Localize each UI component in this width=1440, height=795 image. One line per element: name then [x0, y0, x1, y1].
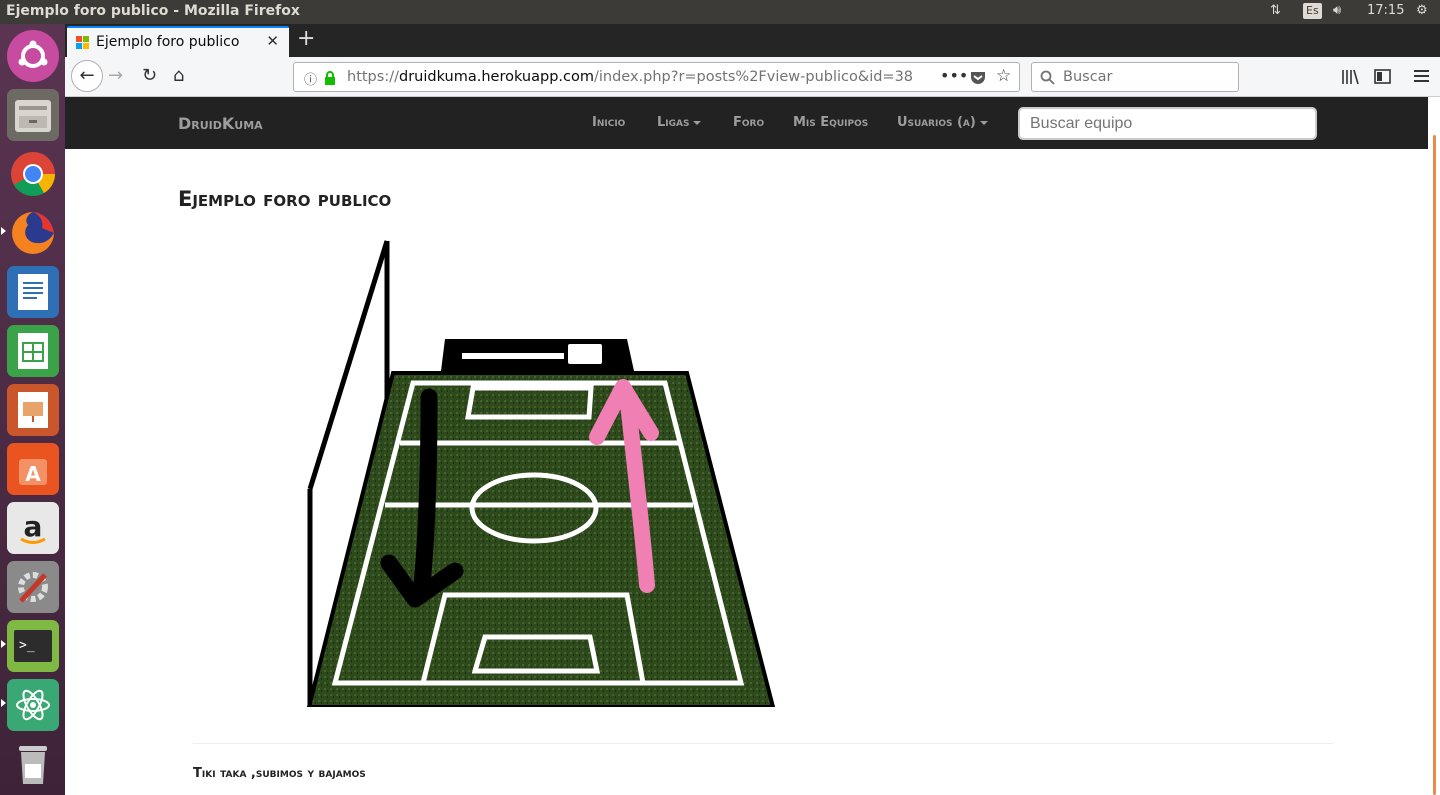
- calc-icon[interactable]: [7, 325, 59, 377]
- nav-mis-equipos[interactable]: Mis Equipos: [793, 115, 868, 130]
- search-bar[interactable]: Buscar: [1031, 62, 1239, 92]
- system-settings-icon[interactable]: [7, 561, 59, 613]
- url-scheme: https://: [347, 69, 399, 85]
- running-indicator: [1, 640, 6, 648]
- window-title: Ejemplo foro publico - Mozilla Firefox: [6, 3, 300, 19]
- firefox-icon[interactable]: [7, 207, 59, 259]
- menu-icon[interactable]: [1414, 69, 1429, 83]
- impress-icon[interactable]: [7, 384, 59, 436]
- svg-text:>_: >_: [19, 638, 35, 653]
- caret-down-icon: [693, 120, 702, 125]
- favicon-icon: [76, 36, 89, 49]
- nav-ligas-label: Ligas: [657, 115, 690, 130]
- keyboard-indicator[interactable]: Es: [1303, 3, 1322, 19]
- terminal-icon[interactable]: >_: [7, 620, 59, 672]
- info-icon[interactable]: ⓘ: [304, 69, 317, 88]
- pocket-icon[interactable]: [970, 70, 986, 85]
- forward-button[interactable]: →: [108, 65, 123, 86]
- bookmark-star-icon[interactable]: ☆: [996, 66, 1011, 86]
- back-button[interactable]: ←: [71, 60, 103, 92]
- library-icon[interactable]: [1341, 69, 1359, 85]
- lock-icon[interactable]: [324, 71, 336, 85]
- scrollbar-thumb[interactable]: [1433, 135, 1436, 795]
- url-path: /index.php?r=posts%2Fview-publico&id=38: [593, 69, 914, 85]
- page-actions-icon[interactable]: •••: [940, 66, 968, 85]
- close-tab-icon[interactable]: ✕: [266, 32, 279, 50]
- svg-text:A: A: [25, 462, 41, 486]
- nav-toolbar: ← → ↻ ⌂ ⓘ https://druidkuma.herokuapp.co…: [65, 57, 1440, 97]
- nav-foro[interactable]: Foro: [733, 115, 764, 130]
- ubuntu-dash-icon[interactable]: [7, 30, 59, 82]
- network-icon[interactable]: ⇅: [1270, 3, 1281, 18]
- svg-text:a: a: [24, 510, 43, 543]
- volume-icon[interactable]: 🔊︎: [1333, 3, 1341, 18]
- home-icon[interactable]: ⌂: [173, 65, 184, 86]
- page-content: DruidKuma Inicio Ligas Foro Mis Equipos …: [65, 97, 1440, 795]
- search-placeholder: Buscar: [1063, 69, 1113, 85]
- team-search-input[interactable]: [1018, 107, 1317, 140]
- url-host: druidkuma.herokuapp.com: [398, 69, 594, 85]
- nav-ligas[interactable]: Ligas: [657, 115, 702, 130]
- atom-icon[interactable]: [7, 679, 59, 731]
- nav-usuarios-label: Usuarios (a): [897, 115, 976, 130]
- sidebar-icon[interactable]: [1374, 69, 1391, 84]
- software-center-icon[interactable]: A: [7, 443, 59, 495]
- gear-icon[interactable]: ⚙: [1416, 3, 1428, 18]
- running-indicator: [1, 699, 6, 707]
- divider: [193, 743, 1333, 744]
- nav-usuarios[interactable]: Usuarios (a): [897, 115, 988, 130]
- clock[interactable]: 17:15: [1367, 3, 1404, 18]
- tab-bar: Ejemplo foro publico ✕ +: [65, 24, 1440, 57]
- new-tab-icon[interactable]: +: [297, 26, 315, 51]
- search-icon: [1040, 70, 1055, 85]
- post-body: Tiki taka ,subimos y bajamos: [193, 766, 366, 781]
- browser-tab[interactable]: Ejemplo foro publico ✕: [67, 26, 289, 57]
- scrollbar[interactable]: [1428, 97, 1440, 795]
- reload-icon[interactable]: ↻: [142, 65, 157, 86]
- tab-title: Ejemplo foro publico: [96, 34, 240, 50]
- system-top-bar: Ejemplo foro publico - Mozilla Firefox ⇅…: [0, 0, 1440, 24]
- launcher: A a >_: [0, 24, 65, 795]
- writer-icon[interactable]: [7, 266, 59, 318]
- keyboard-label: Es: [1303, 3, 1322, 19]
- url-bar[interactable]: ⓘ https://druidkuma.herokuapp.com/index.…: [293, 62, 1020, 92]
- trash-icon[interactable]: [7, 738, 59, 790]
- amazon-icon[interactable]: a: [7, 502, 59, 554]
- files-icon[interactable]: [7, 89, 59, 141]
- caret-down-icon: [979, 120, 988, 125]
- post-image: [306, 240, 775, 707]
- post-title: Ejemplo foro publico: [178, 187, 392, 211]
- nav-inicio[interactable]: Inicio: [592, 115, 625, 130]
- chrome-icon[interactable]: [7, 148, 59, 200]
- running-indicator: [1, 227, 6, 235]
- site-navbar: DruidKuma Inicio Ligas Foro Mis Equipos …: [65, 97, 1440, 149]
- site-brand[interactable]: DruidKuma: [178, 114, 263, 133]
